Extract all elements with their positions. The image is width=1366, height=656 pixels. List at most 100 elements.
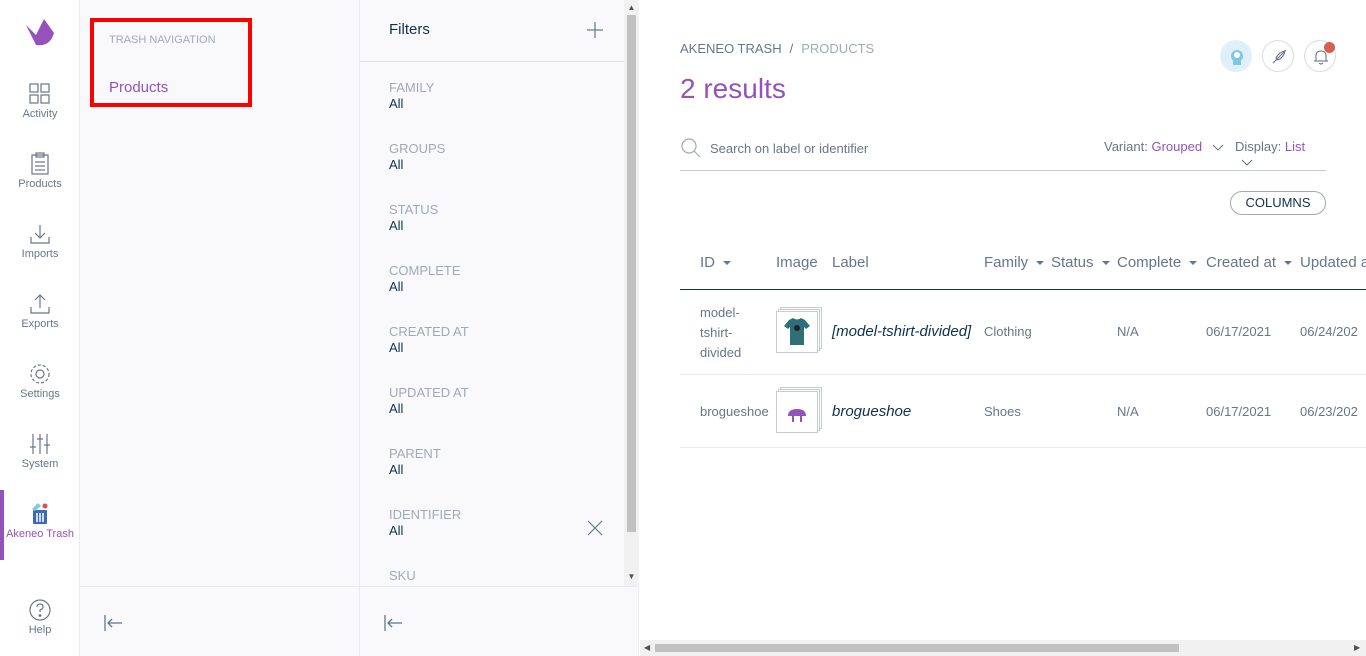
scroll-down-arrow-icon[interactable]: ▼ (627, 572, 636, 581)
menu-item-products[interactable]: Products (0, 152, 80, 222)
breadcrumb-root[interactable]: AKENEO TRASH (680, 41, 782, 56)
column-header-label: Updated a (1300, 254, 1366, 271)
filter-groups[interactable]: GROUPS All (389, 141, 609, 191)
cell-updated-at: 06/23/202 (1300, 404, 1358, 419)
column-header-label: ID (700, 254, 715, 271)
menu-item-exports[interactable]: Exports (0, 292, 80, 362)
activity-icon (29, 83, 50, 104)
main-menu: Activity Products Imports Exports Settin… (0, 0, 80, 656)
cell-family: Clothing (984, 324, 1032, 339)
filter-complete[interactable]: COMPLETE All (389, 263, 609, 313)
filter-label: SKU (389, 568, 416, 583)
filter-label: COMPLETE (389, 263, 461, 278)
help-icon (29, 599, 51, 621)
chevron-down-icon (1212, 144, 1224, 151)
user-avatar-icon (1231, 50, 1243, 65)
column-header-label: Image (776, 254, 818, 271)
cell-id: model- tshirt- divided (700, 303, 741, 363)
menu-label: Help (28, 624, 52, 636)
scrollbar-thumb[interactable] (655, 644, 1179, 652)
filter-value: All (389, 279, 404, 294)
help-center-button[interactable] (1262, 40, 1294, 72)
filter-family[interactable]: FAMILY All (389, 80, 609, 130)
column-header-label: Family (984, 254, 1029, 271)
column-header-created-at[interactable]: Created at (1206, 254, 1293, 271)
column-header-updated-at[interactable]: Updated a (1300, 254, 1366, 271)
collapse-panel-icon[interactable] (382, 612, 404, 634)
table-row[interactable]: model- tshirt- divided [model-tshirt-div… (680, 290, 1366, 375)
column-header-label: Label (832, 254, 869, 271)
trash-icon (32, 503, 48, 524)
filter-parent[interactable]: PARENT All (389, 446, 609, 496)
shoe-thumbnail-icon (788, 409, 806, 422)
product-thumbnail (776, 387, 822, 433)
results-count: 2 results (680, 73, 786, 104)
scroll-up-arrow-icon[interactable]: ▲ (627, 3, 636, 12)
column-header-image: Image (776, 254, 818, 271)
filters-header: Filters (360, 0, 624, 62)
columns-button[interactable]: COLUMNS (1230, 191, 1326, 215)
menu-label: System (21, 458, 59, 470)
notifications-button[interactable] (1304, 40, 1336, 72)
breadcrumb-current: PRODUCTS (801, 41, 875, 56)
remove-filter-icon[interactable] (586, 519, 604, 537)
rocket-icon (1272, 49, 1287, 64)
filter-value: All (389, 218, 404, 233)
menu-item-akeneo-trash[interactable]: Akeneo Trash (0, 490, 80, 560)
notification-badge (1324, 42, 1335, 53)
search-icon (681, 138, 701, 158)
sort-caret-icon (1101, 261, 1110, 266)
cell-complete: N/A (1117, 324, 1139, 339)
add-filter-icon[interactable] (585, 20, 605, 40)
product-thumbnail (776, 307, 822, 353)
settings-icon (30, 364, 50, 384)
main-content: AKENEO TRASH/PRODUCTS 2 results V (640, 0, 1366, 656)
cell-id-line: tshirt- (700, 325, 733, 340)
app-root: Activity Products Imports Exports Settin… (0, 0, 1366, 656)
column-header-status[interactable]: Status (1051, 254, 1110, 271)
search-bar: Variant: Grouped Display: List (680, 135, 1326, 171)
scroll-right-arrow-icon[interactable]: ▶ (1354, 643, 1360, 652)
cell-id-line: brogueshoe (700, 404, 769, 419)
scrollbar-thumb[interactable] (627, 15, 636, 532)
menu-item-settings[interactable]: Settings (0, 362, 80, 432)
column-header-family[interactable]: Family (984, 254, 1045, 271)
filter-sku[interactable]: SKU (389, 568, 609, 586)
trash-navigation-panel: TRASH NAVIGATION Products (80, 0, 360, 656)
collapse-panel-icon[interactable] (102, 612, 124, 634)
filter-status[interactable]: STATUS All (389, 202, 609, 252)
variant-selector[interactable]: Variant: Grouped (1104, 139, 1224, 154)
menu-item-imports[interactable]: Imports (0, 222, 80, 292)
menu-item-help[interactable]: Help (0, 598, 80, 656)
filter-label: PARENT (389, 446, 441, 461)
filter-list: FAMILY All GROUPS All STATUS All COMPLET… (360, 62, 624, 586)
filters-scrollbar[interactable]: ▲ ▼ (624, 0, 639, 586)
exports-icon (30, 294, 50, 314)
filter-updated-at[interactable]: UPDATED AT All (389, 385, 609, 435)
cell-id-line: model- (700, 305, 740, 320)
akeneo-logo[interactable] (22, 15, 58, 51)
scroll-left-arrow-icon[interactable]: ◀ (644, 643, 650, 652)
menu-label: Activity (22, 108, 58, 120)
cell-family: Shoes (984, 404, 1021, 419)
filter-identifier[interactable]: IDENTIFIER All (389, 507, 609, 557)
search-input[interactable] (710, 139, 1040, 157)
variant-value: Grouped (1151, 139, 1203, 154)
filter-label: IDENTIFIER (389, 507, 462, 522)
column-header-complete[interactable]: Complete (1117, 254, 1198, 271)
horizontal-scrollbar[interactable]: ◀ ▶ (640, 640, 1366, 656)
filter-created-at[interactable]: CREATED AT All (389, 324, 609, 374)
table-row[interactable]: brogueshoe brogueshoe Shoes N/A 06/17/20… (680, 375, 1366, 448)
filter-value: All (389, 96, 404, 111)
imports-icon (30, 225, 50, 244)
breadcrumb-separator: / (789, 41, 794, 56)
column-header-label: Complete (1117, 254, 1182, 271)
column-header-id[interactable]: ID (700, 254, 731, 271)
user-avatar[interactable] (1220, 40, 1252, 72)
filter-value: All (389, 401, 404, 416)
display-selector[interactable]: Display: List (1235, 139, 1326, 169)
cell-created-at: 06/17/2021 (1206, 404, 1272, 419)
menu-label: Settings (20, 388, 60, 400)
menu-item-activity[interactable]: Activity (0, 82, 80, 152)
cell-label: [model-tshirt-divided] (832, 323, 972, 340)
